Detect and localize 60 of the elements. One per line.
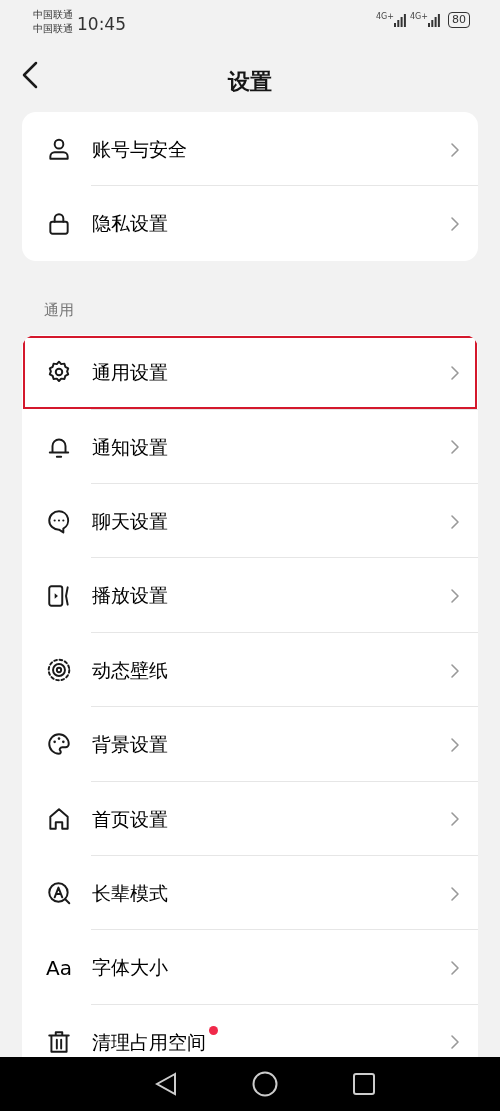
signal-icon — [428, 13, 440, 27]
magnifier-letter-icon — [46, 880, 72, 907]
network-type: 4G+ — [410, 13, 428, 21]
carrier-name: 中国联通 — [33, 22, 73, 36]
font-size-icon: Aa — [46, 952, 72, 983]
carrier-name: 中国联通 — [33, 8, 73, 22]
trash-icon — [46, 1029, 72, 1055]
settings-item[interactable]: 首页设置 — [22, 781, 478, 856]
chat-icon — [46, 508, 72, 535]
settings-item[interactable]: 通知设置 — [22, 409, 478, 485]
item-label: 通知设置 — [92, 434, 168, 460]
house-icon — [46, 805, 72, 832]
item-label: 通用设置 — [92, 360, 168, 386]
chevron-icon — [450, 513, 460, 530]
settings-item[interactable]: 背景设置 — [22, 707, 478, 782]
settings-item[interactable]: 长辈模式 — [22, 856, 478, 931]
item-label: 背景设置 — [92, 732, 168, 758]
item-label: 清理占用空间 — [92, 1027, 206, 1057]
item-label: 账号与安全 — [92, 136, 187, 162]
settings-item[interactable]: 账号与安全 — [22, 112, 478, 187]
person-icon — [46, 136, 72, 163]
chevron-icon — [450, 141, 460, 158]
chevron-icon — [450, 736, 460, 753]
chevron-icon — [450, 1034, 460, 1051]
chevron-icon — [450, 885, 460, 902]
chevron-icon — [450, 811, 460, 828]
settings-item[interactable]: 隐私设置 — [22, 186, 478, 261]
item-label: 动态壁纸 — [92, 657, 168, 683]
network-type: 4G+ — [376, 13, 394, 21]
chevron-icon — [450, 216, 460, 233]
settings-item[interactable]: 清理占用空间 — [22, 1004, 478, 1057]
chevron-icon — [450, 588, 460, 605]
section-label: 通用 — [43, 299, 75, 321]
settings-item[interactable]: 动态壁纸 — [22, 632, 478, 708]
chevron-icon — [450, 364, 460, 381]
palette-icon — [46, 731, 72, 758]
target-icon — [46, 657, 72, 684]
status-time: 10:45 — [77, 13, 126, 36]
settings-item[interactable]: Aa 字体大小 — [22, 930, 478, 1005]
back-icon[interactable] — [155, 1072, 177, 1096]
item-label: 首页设置 — [92, 806, 168, 832]
item-label: 播放设置 — [92, 583, 168, 609]
signal-icon — [394, 13, 406, 27]
back-button[interactable] — [22, 61, 38, 89]
item-label: 隐私设置 — [92, 211, 168, 237]
chevron-icon — [450, 662, 460, 679]
settings-item[interactable]: 通用设置 — [22, 335, 478, 410]
chevron-icon — [450, 960, 460, 977]
page-title: 设置 — [228, 67, 272, 96]
chevron-icon — [450, 439, 460, 456]
item-label: 聊天设置 — [92, 509, 168, 534]
recents-icon[interactable] — [353, 1073, 375, 1095]
lock-icon — [46, 210, 72, 237]
play-icon — [46, 582, 72, 609]
item-label: 长辈模式 — [92, 880, 168, 906]
settings-item[interactable]: 播放设置 — [22, 558, 478, 633]
home-icon[interactable] — [252, 1071, 278, 1097]
battery-level: 80 — [448, 12, 470, 28]
item-label: 字体大小 — [92, 955, 168, 981]
settings-item[interactable]: 聊天设置 — [22, 484, 478, 559]
